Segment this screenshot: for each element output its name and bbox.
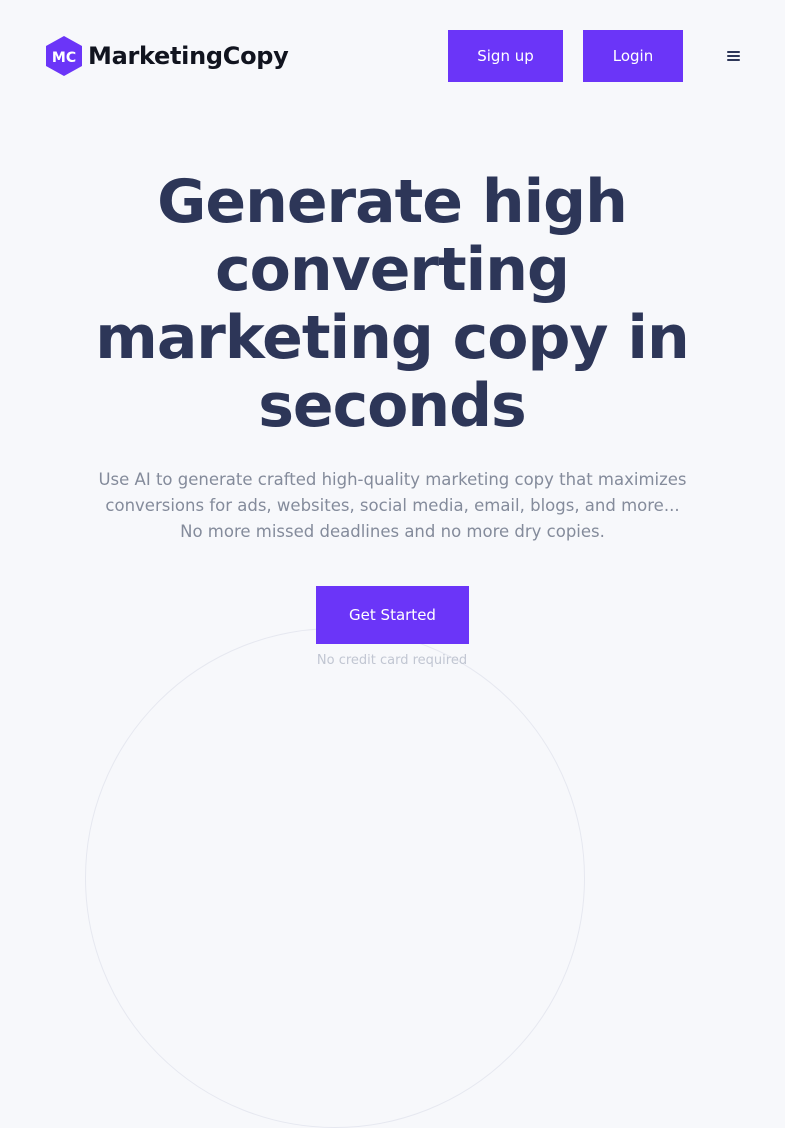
menu-toggle-button[interactable] [722,46,744,66]
hero-subtitle: Use AI to generate crafted high-quality … [60,467,725,545]
cta-note: No credit card required [316,653,468,668]
hero-title: Generate high converting marketing copy … [95,167,689,441]
decorative-circle [85,628,585,1128]
hero-subtitle-line: conversions for ads, websites, social me… [105,496,680,515]
login-button[interactable]: Login [583,30,683,82]
logo-text: MarketingCopy [88,42,289,70]
logo-hexagon-icon: MC [45,35,83,77]
logo-link[interactable]: MC MarketingCopy [45,35,289,77]
logo-monogram: MC [52,50,76,66]
get-started-button[interactable]: Get Started [316,586,469,644]
signup-button[interactable]: Sign up [448,30,563,82]
hero-subtitle-line: Use AI to generate crafted high-quality … [98,470,687,489]
hamburger-menu-icon [726,51,740,61]
site-header: MC MarketingCopy Sign up Login [0,0,785,110]
hero-subtitle-line: No more missed deadlines and no more dry… [180,522,605,541]
